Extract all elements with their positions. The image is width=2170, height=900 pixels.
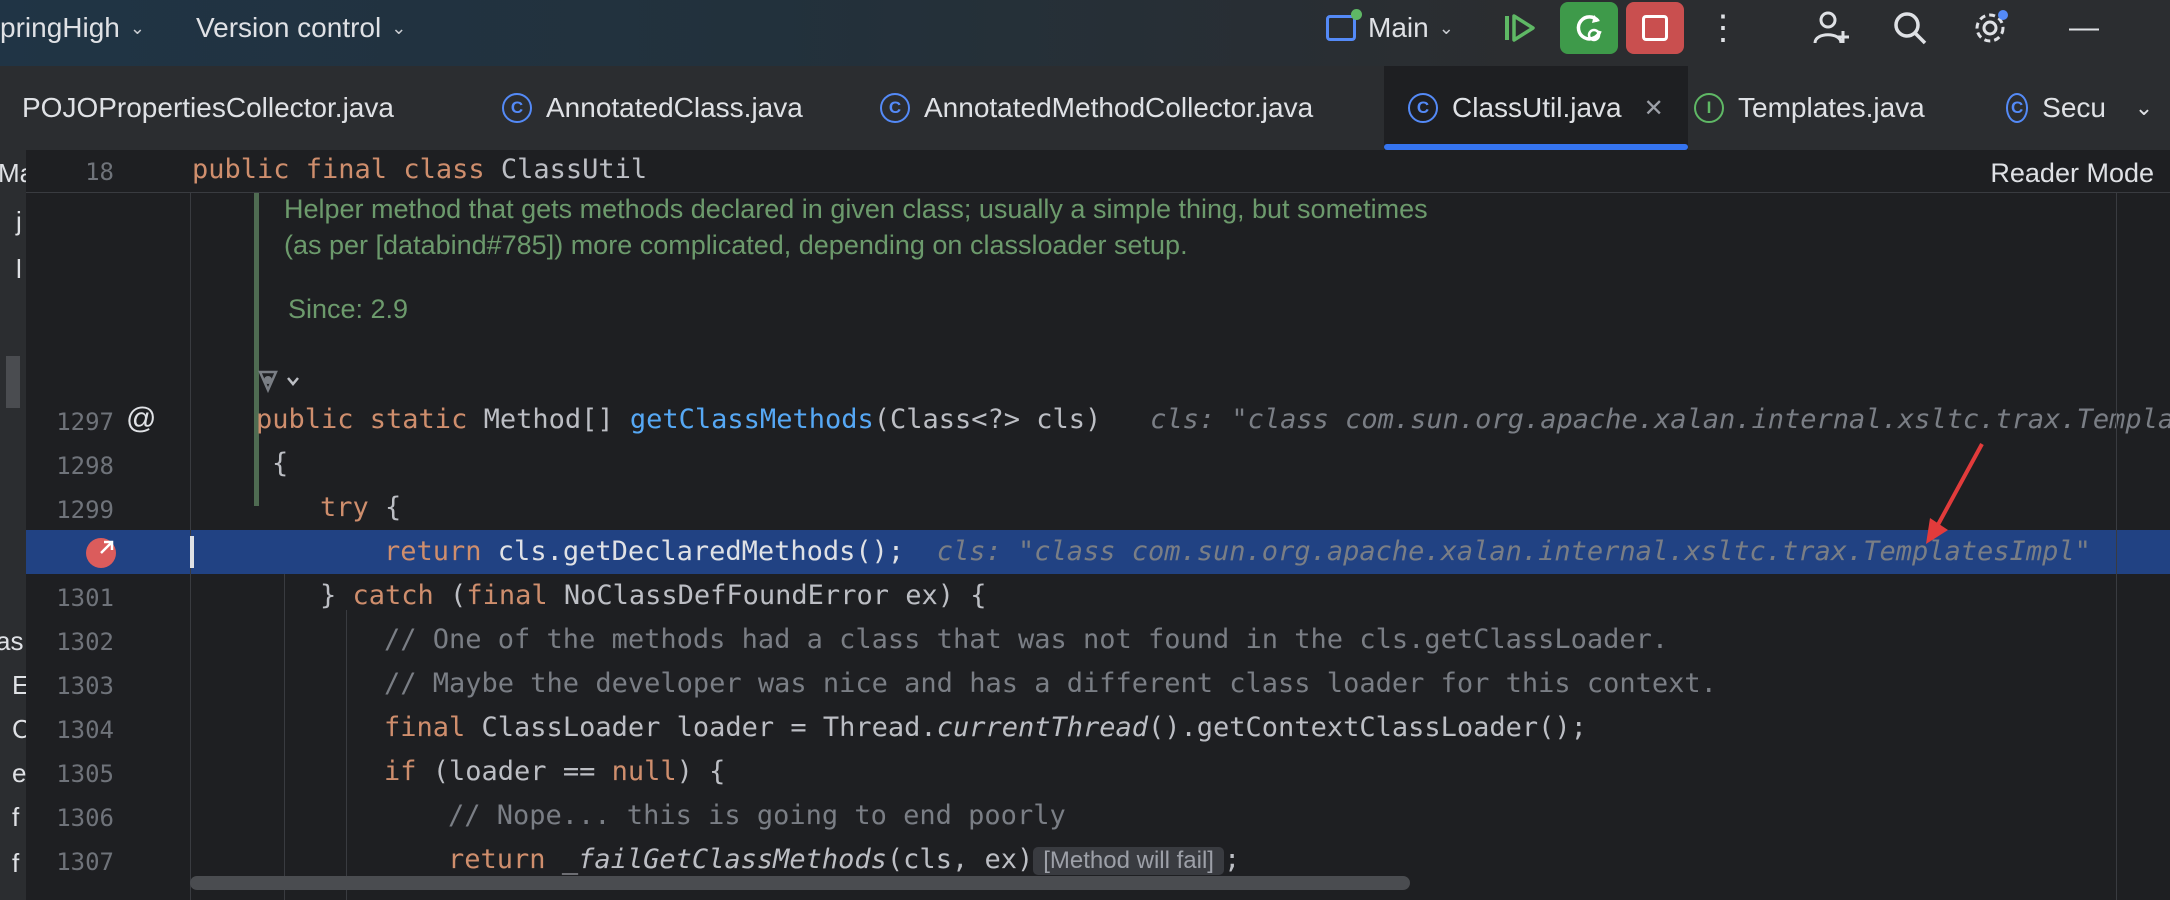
tab-class-util[interactable]: C ClassUtil.java ✕ [1384, 66, 1688, 150]
tab-annotated-method-collector[interactable]: C AnnotatedMethodCollector.java [880, 66, 1313, 150]
javadoc-bar [254, 192, 259, 506]
run-config-icon [1326, 9, 1362, 41]
interface-icon: I [1694, 93, 1724, 123]
debug-value-hint: cls: "class com.sun.org.apache.xalan.int… [1150, 404, 2170, 435]
code-editor[interactable]: Helper method that gets methods declared… [26, 150, 2170, 900]
add-user-icon[interactable] [1807, 4, 1855, 52]
chevron-down-icon: ⌄ [1438, 17, 1454, 38]
line-number: 1304 [56, 716, 114, 744]
tab-annotated-class[interactable]: C AnnotatedClass.java [502, 66, 803, 150]
code-comment: // Nope... this is going to end poorly [448, 800, 1066, 831]
vcs-label: Version control [196, 12, 382, 43]
line-number: 1299 [56, 496, 114, 524]
code-line-1297: public static Method[] getClassMethods(C… [256, 404, 2170, 435]
search-icon[interactable] [1886, 4, 1934, 52]
reader-mode-toggle[interactable]: Reader Mode [1990, 158, 2154, 189]
tab-label: POJOPropertiesCollector.java [22, 92, 394, 123]
sticky-keywords: public final class [192, 154, 485, 185]
tab-label: Secu [2042, 92, 2106, 123]
sticky-scroll-header[interactable]: 18 public final class ClassUtil [26, 150, 2170, 193]
chevron-down-icon: ⌄ [391, 17, 407, 38]
code-line-1305: if (loader == null) { [384, 756, 726, 787]
project-panel-edge: Ma j l as E C e f f [0, 150, 26, 900]
javadoc-since: Since: 2.9 [288, 294, 409, 324]
right-margin-guide [2116, 192, 2117, 900]
project-selector[interactable]: pringHigh ⌄ [0, 0, 145, 56]
settings-gear-icon[interactable] [1966, 4, 2014, 52]
panel-scrollbar[interactable] [6, 356, 20, 408]
rerun-debug-icon [1576, 15, 1602, 42]
code-line-1299: try { [320, 492, 402, 523]
code-comment: // One of the methods had a class that w… [384, 624, 1669, 655]
breakpoint-icon[interactable] [86, 538, 116, 568]
javadoc-line: Helper method that gets methods declared… [284, 194, 1428, 224]
line-number: 18 [85, 158, 114, 186]
annotation-arrow-icon [1926, 443, 1984, 544]
project-tree-text: Ma [0, 158, 26, 188]
code-line-1300: return cls.getDeclaredMethods(); cls: "c… [384, 536, 2091, 567]
title-bar: pringHigh ⌄ Version control ⌄ Main ⌄ ⋮ — [0, 0, 2170, 67]
toggle-rendered-view-icon[interactable] [254, 366, 304, 401]
chevron-down-icon: ⌄ [129, 17, 145, 38]
project-tree-text: C [12, 714, 26, 744]
line-number: 1305 [56, 760, 114, 788]
editor-tabs: POJOPropertiesCollector.java C Annotated… [0, 66, 2170, 151]
class-icon: C [880, 93, 910, 123]
minimize-icon[interactable]: — [2060, 4, 2108, 52]
project-tree-text: j [16, 206, 22, 236]
line-number: 1306 [56, 804, 114, 832]
tab-templates[interactable]: I Templates.java [1694, 66, 1925, 150]
line-number: 1297 [56, 408, 114, 436]
project-tree-text: f [12, 802, 20, 832]
tab-label: ClassUtil.java [1452, 92, 1622, 123]
class-icon: C [502, 93, 532, 123]
text-caret [190, 536, 194, 568]
project-tree-text: l [16, 254, 22, 284]
line-number: 1307 [56, 848, 114, 876]
line-number: 1302 [56, 628, 114, 656]
tabs-overflow-chevron-icon[interactable]: ⌄ [2118, 66, 2170, 150]
tab-secu[interactable]: C Secu [2006, 66, 2106, 150]
indent-guide [284, 574, 285, 900]
project-tree-text: E [12, 670, 26, 700]
horizontal-scrollbar[interactable] [190, 876, 1410, 890]
project-tree-text: as [0, 626, 24, 656]
tab-pojo-properties-collector[interactable]: POJOPropertiesCollector.java [22, 66, 424, 150]
project-tree-text: f [12, 848, 20, 878]
more-actions-icon[interactable]: ⋮ [1699, 4, 1747, 52]
line-number: 1303 [56, 672, 114, 700]
run-config-selector[interactable]: Main ⌄ [1326, 0, 1454, 56]
code-line-1304: final ClassLoader loader = Thread.curren… [384, 712, 1587, 743]
tab-label: AnnotatedMethodCollector.java [924, 92, 1314, 123]
indent-guide [346, 610, 347, 900]
code-line-1298: { [272, 448, 289, 479]
line-number: 1298 [56, 452, 114, 480]
sticky-class-name: ClassUtil [484, 154, 648, 185]
run-config-label: Main [1368, 12, 1429, 43]
stop-icon [1642, 15, 1668, 41]
line-number: 1301 [56, 584, 114, 612]
close-icon[interactable]: ✕ [1644, 94, 1664, 123]
project-name: pringHigh [0, 12, 120, 43]
stop-button[interactable] [1626, 2, 1684, 54]
code-line-1301: } catch (final NoClassDefFoundError ex) … [320, 580, 987, 611]
implements-at-icon[interactable]: @ [126, 402, 156, 436]
class-icon: C [1408, 93, 1438, 123]
tab-label: Templates.java [1738, 92, 1925, 123]
resume-icon[interactable] [1496, 4, 1544, 52]
method-will-fail-inlay: [Method will fail] [1033, 847, 1224, 875]
vcs-selector[interactable]: Version control ⌄ [196, 0, 406, 56]
class-icon: C [2006, 93, 2029, 123]
code-comment: // Maybe the developer was nice and has … [384, 668, 1717, 699]
tab-label: AnnotatedClass.java [546, 92, 803, 123]
rerun-debug-button[interactable] [1560, 2, 1618, 54]
project-tree-text: e [12, 758, 26, 788]
code-line-1307: return _failGetClassMethods(cls, ex) [Met… [448, 844, 1241, 875]
javadoc-line: (as per [databind#785]) more complicated… [284, 230, 1188, 260]
